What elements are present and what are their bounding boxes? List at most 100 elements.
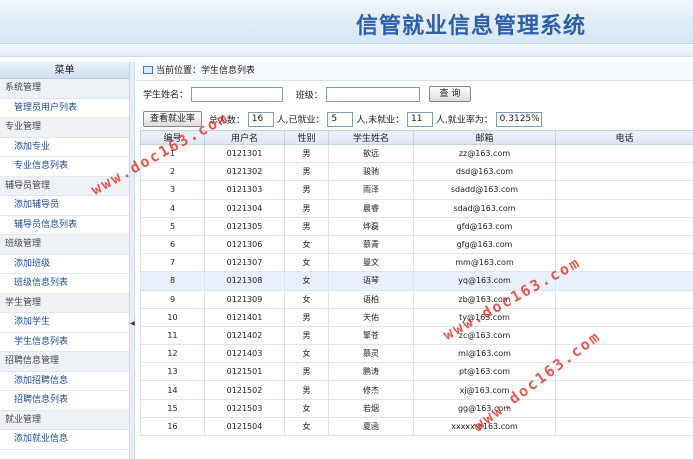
table-row[interactable]: 11 0121402 男擎苍 zc@163.com bbox=[140, 325, 693, 346]
table-cell: 男 bbox=[284, 143, 329, 164]
table-cell: mm@163.com bbox=[413, 253, 556, 273]
table-cell bbox=[555, 289, 693, 309]
class-input[interactable] bbox=[325, 86, 420, 102]
table-cell: 雨泽 bbox=[328, 180, 414, 200]
sidebar-menu-item[interactable]: 班级信息列表 bbox=[0, 274, 129, 294]
table-cell: 擎苍 bbox=[328, 325, 414, 346]
table-cell: 16 bbox=[140, 416, 205, 437]
class-label: 班级： bbox=[295, 90, 323, 101]
sidebar-menu-item[interactable]: 添加班级 bbox=[0, 254, 129, 274]
rate-label: 人,就业率为： bbox=[435, 115, 493, 126]
sidebar-menu-item[interactable]: 添加学生 bbox=[0, 313, 129, 333]
table-row[interactable]: 16 0121504 女夏函 xxxxx@163.com bbox=[140, 416, 693, 437]
menu-group-title[interactable]: 学生管理 bbox=[0, 293, 129, 313]
table-cell: ml@163.com bbox=[413, 344, 556, 364]
table-cell: 4 bbox=[140, 198, 205, 218]
search-button[interactable]: 查 询 bbox=[428, 86, 472, 102]
table-cell: 8 bbox=[140, 271, 205, 291]
sidebar-menu-item[interactable]: 添加专业 bbox=[0, 137, 129, 157]
menu-group-title[interactable]: 招聘信息管理 bbox=[0, 352, 129, 372]
table-row[interactable]: 2 0121302 男骏驰 dsd@163.com bbox=[140, 162, 693, 182]
sidebar-menu-item[interactable]: 管理员用户列表 bbox=[0, 98, 129, 118]
menu-group-title[interactable]: 就业管理 bbox=[0, 410, 129, 430]
table-cell: 男 bbox=[284, 307, 329, 327]
table-body: 1 0121301 男歆远 zz@163.com 2 0121302 男骏驰 dsd@163.… bbox=[140, 143, 693, 437]
table-cell: 鹏涛 bbox=[328, 362, 414, 382]
table-cell: gfg@163.com bbox=[413, 234, 556, 255]
table-cell bbox=[555, 198, 693, 218]
table-cell: 0121301 bbox=[204, 143, 285, 164]
sidebar-menu-item[interactable]: 学生信息列表 bbox=[0, 332, 129, 352]
column-header: 邮箱 bbox=[413, 130, 556, 145]
table-cell: 修杰 bbox=[328, 380, 414, 400]
menu-group-title[interactable]: 专业管理 bbox=[0, 118, 129, 138]
table-row[interactable]: 12 0121403 女慕灵 ml@163.com bbox=[140, 344, 693, 364]
table-cell: 晨睿 bbox=[328, 198, 414, 218]
table-row[interactable]: 8 0121308 女语琴 yq@163.com bbox=[140, 271, 693, 291]
header-subbar bbox=[0, 44, 693, 57]
table-cell: 女 bbox=[284, 416, 329, 437]
table-cell: 6 bbox=[140, 234, 205, 255]
table-cell: 男 bbox=[284, 162, 329, 182]
table-row[interactable]: 14 0121502 男修杰 xj@163.com bbox=[140, 380, 693, 400]
table-row[interactable]: 13 0121501 男鹏涛 pt@163.com bbox=[140, 362, 693, 382]
table-cell bbox=[555, 271, 693, 291]
table-row[interactable]: 9 0121309 女语柏 zb@163.com bbox=[140, 289, 693, 309]
app-header: 信管就业信息管理系统 bbox=[0, 0, 693, 44]
table-cell: 0121503 bbox=[204, 398, 285, 418]
employment-rate-field: 0.3125% bbox=[495, 111, 542, 127]
table-cell bbox=[555, 380, 693, 400]
employed-count-field: 5 bbox=[327, 111, 354, 127]
table-row[interactable]: 5 0121305 男烨磊 gfd@163.com bbox=[140, 216, 693, 236]
table-cell: 14 bbox=[140, 380, 205, 400]
menu-group-title[interactable]: 班级管理 bbox=[0, 235, 129, 255]
table-cell: 10 bbox=[140, 307, 205, 327]
student-name-label: 学生姓名： bbox=[143, 90, 189, 101]
table-cell: 3 bbox=[140, 180, 205, 200]
table-cell bbox=[555, 180, 693, 200]
breadcrumb: 当前位置：学生信息列表 bbox=[137, 62, 693, 81]
student-table-wrap: 编号 用户名 性别 学生姓名 邮箱 电话 1 0121301 男歆远 zz@163.com 2 01… bbox=[140, 130, 693, 437]
list-icon bbox=[143, 66, 153, 74]
table-cell bbox=[555, 143, 693, 164]
table-cell: gfd@163.com bbox=[413, 216, 556, 236]
table-cell: 曼文 bbox=[328, 253, 414, 273]
table-row[interactable]: 6 0121306 女慕青 gfg@163.com bbox=[140, 234, 693, 255]
table-cell bbox=[555, 216, 693, 236]
table-cell: 11 bbox=[140, 325, 205, 346]
table-cell: 语柏 bbox=[328, 289, 414, 309]
table-row[interactable]: 4 0121304 男晨睿 sdad@163.com bbox=[140, 198, 693, 218]
menu-group-title[interactable]: 系统管理 bbox=[0, 79, 129, 99]
sidebar: 菜单 系统管理 管理员用户列表 专业管理 添加专业 专业信息列表 辅导员管理 添加辅导员 辅导… bbox=[0, 62, 130, 459]
table-cell: 若烟 bbox=[328, 398, 414, 418]
column-header: 电话 bbox=[555, 130, 693, 145]
table-cell: 0121402 bbox=[204, 325, 285, 346]
sidebar-menu-item[interactable]: 招聘信息列表 bbox=[0, 391, 129, 411]
table-cell bbox=[555, 234, 693, 255]
table-cell: 男 bbox=[284, 380, 329, 400]
student-table: 编号 用户名 性别 学生姓名 邮箱 电话 1 0121301 男歆远 zz@163.com 2 01… bbox=[140, 130, 693, 437]
table-cell: 男 bbox=[284, 198, 329, 218]
table-cell: 0121501 bbox=[204, 362, 285, 382]
student-name-input[interactable] bbox=[190, 86, 283, 102]
table-row[interactable]: 1 0121301 男歆远 zz@163.com bbox=[140, 143, 693, 164]
table-row[interactable]: 3 0121303 男雨泽 sdadd@163.com bbox=[140, 180, 693, 200]
table-cell: 天佑 bbox=[328, 307, 414, 327]
table-cell: 0121306 bbox=[204, 234, 285, 255]
table-row[interactable]: 7 0121307 女曼文 mm@163.com bbox=[140, 253, 693, 273]
table-cell: 语琴 bbox=[328, 271, 414, 291]
table-cell: 男 bbox=[284, 216, 329, 236]
table-cell: sdad@163.com bbox=[413, 198, 556, 218]
table-row[interactable]: 10 0121401 男天佑 ty@163.com bbox=[140, 307, 693, 327]
table-cell: 慕灵 bbox=[328, 344, 414, 364]
sidebar-splitter[interactable]: ◀ bbox=[130, 62, 135, 459]
sidebar-menu-item[interactable]: 添加辅导员 bbox=[0, 196, 129, 216]
sidebar-menu-item[interactable]: 辅导员信息列表 bbox=[0, 215, 129, 235]
collapse-arrow-icon[interactable]: ◀ bbox=[130, 320, 135, 327]
table-cell: zz@163.com bbox=[413, 143, 556, 164]
sidebar-menu-item[interactable]: 添加招聘信息 bbox=[0, 371, 129, 391]
table-cell: 女 bbox=[284, 234, 329, 255]
table-row[interactable]: 15 0121503 女若烟 gg@163.com bbox=[140, 398, 693, 418]
sidebar-menu-item[interactable]: 添加就业信息 bbox=[0, 430, 129, 450]
unemployed-count-field: 11 bbox=[407, 111, 434, 127]
